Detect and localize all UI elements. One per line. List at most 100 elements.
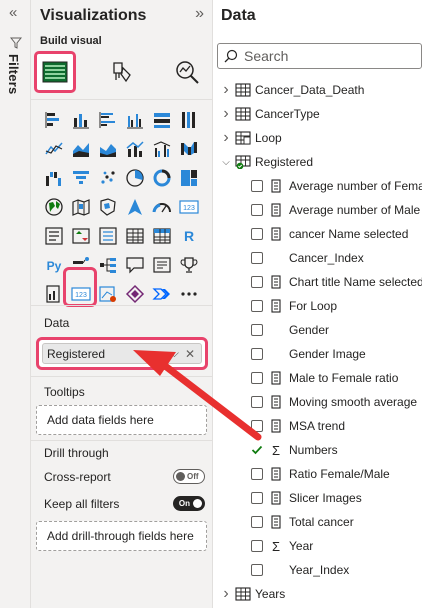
field-row[interactable]: Gender — [213, 318, 422, 342]
clustered-column-chart-icon[interactable] — [121, 107, 148, 132]
field-row[interactable]: Year_Index — [213, 558, 422, 582]
field-checkbox[interactable] — [251, 180, 263, 192]
cross-report-toggle[interactable]: Off — [173, 469, 205, 484]
field-checkbox[interactable] — [251, 444, 263, 456]
field-row[interactable]: For Loop — [213, 294, 422, 318]
format-visual-button[interactable] — [100, 51, 142, 93]
build-visual-button[interactable] — [34, 51, 76, 93]
smart-narrative-icon[interactable] — [148, 252, 175, 277]
field-checkbox[interactable] — [251, 372, 263, 384]
tooltips-drop-zone[interactable]: Add data fields here — [36, 405, 207, 435]
field-row[interactable]: Chart title Name selected — [213, 270, 422, 294]
table-visual-icon[interactable] — [121, 223, 148, 248]
card-icon[interactable]: 123 — [175, 194, 202, 219]
power-automate-icon[interactable] — [148, 281, 175, 306]
field-checkbox[interactable] — [251, 420, 263, 432]
key-influencers-icon[interactable] — [67, 252, 94, 277]
keep-all-filters-toggle[interactable]: On — [173, 496, 205, 511]
field-checkbox[interactable] — [251, 348, 263, 360]
analytics-button[interactable] — [166, 51, 208, 93]
field-checkbox[interactable] — [251, 228, 263, 240]
field-row[interactable]: Total cancer — [213, 510, 422, 534]
stacked-bar-chart-icon[interactable] — [40, 107, 67, 132]
field-row[interactable]: Average number of Male — [213, 198, 422, 222]
field-checkbox[interactable] — [251, 468, 263, 480]
kpi-icon[interactable] — [67, 223, 94, 248]
field-checkbox[interactable] — [251, 300, 263, 312]
chevron-right-icon[interactable]: › — [219, 129, 233, 147]
filled-map-icon[interactable] — [67, 194, 94, 219]
chevron-right-icon[interactable]: › — [219, 81, 233, 99]
data-well-field[interactable]: Registered ⌵ ✕ — [36, 337, 208, 370]
field-row[interactable]: Moving smooth average — [213, 390, 422, 414]
field-row[interactable]: Average number of Female — [213, 174, 422, 198]
chevron-right-icon[interactable]: › — [219, 105, 233, 123]
area-chart-icon[interactable] — [67, 136, 94, 161]
qa-visual-icon[interactable] — [121, 252, 148, 277]
treemap-icon[interactable] — [175, 165, 202, 190]
matrix-icon[interactable] — [148, 223, 175, 248]
field-checkbox[interactable] — [251, 396, 263, 408]
field-checkbox[interactable] — [251, 516, 263, 528]
filters-rail[interactable]: « Filters — [0, 0, 31, 608]
field-checkbox[interactable] — [251, 252, 263, 264]
table-node[interactable]: ⌵ Registered — [213, 150, 422, 174]
paginated-report-icon[interactable] — [40, 281, 67, 306]
gauge-icon[interactable] — [148, 194, 175, 219]
custom-visual-map-icon[interactable] — [94, 281, 121, 306]
decomposition-tree-icon[interactable] — [94, 252, 121, 277]
line-chart-icon[interactable] — [40, 136, 67, 161]
table-node[interactable]: › CancerType — [213, 102, 422, 126]
field-checkbox[interactable] — [251, 324, 263, 336]
field-row[interactable]: Ratio Female/Male — [213, 462, 422, 486]
table-node[interactable]: › Loop — [213, 126, 422, 150]
100pct-column-chart-icon[interactable] — [175, 107, 202, 132]
table-node[interactable]: › Cancer_Data_Death — [213, 78, 422, 102]
donut-chart-icon[interactable] — [148, 165, 175, 190]
map-icon[interactable] — [40, 194, 67, 219]
filters-label[interactable]: Filters — [6, 54, 21, 94]
multi-row-card-icon[interactable] — [40, 223, 67, 248]
field-row[interactable]: Gender Image — [213, 342, 422, 366]
field-checkbox[interactable] — [251, 564, 263, 576]
field-row[interactable]: Cancer_Index — [213, 246, 422, 270]
100pct-bar-chart-icon[interactable] — [148, 107, 175, 132]
more-visuals-icon[interactable] — [175, 281, 202, 306]
chevron-down-icon[interactable]: ⌵ — [170, 346, 179, 361]
line-and-column-chart-icon[interactable] — [121, 136, 148, 161]
field-row[interactable]: cancer Name selected — [213, 222, 422, 246]
python-visual-icon[interactable]: Py — [40, 252, 67, 277]
field-checkbox[interactable] — [251, 204, 263, 216]
remove-field-icon[interactable]: ✕ — [185, 347, 195, 361]
field-row[interactable]: Male to Female ratio — [213, 366, 422, 390]
trophy-metrics-icon[interactable] — [175, 252, 202, 277]
field-row[interactable]: Σ Year — [213, 534, 422, 558]
line-clustered-column-icon[interactable] — [148, 136, 175, 161]
field-checkbox[interactable] — [251, 540, 263, 552]
kpi-card-custom-icon[interactable]: 123 — [67, 281, 94, 306]
expand-pane-icon[interactable]: » — [195, 5, 204, 23]
ribbon-chart-icon[interactable] — [175, 136, 202, 161]
r-script-visual-icon[interactable]: R — [175, 223, 202, 248]
search-input[interactable]: Search — [217, 43, 422, 69]
azure-map-icon[interactable] — [121, 194, 148, 219]
field-row[interactable]: Σ Numbers — [213, 438, 422, 462]
drill-through-drop-zone[interactable]: Add drill-through fields here — [36, 521, 207, 551]
field-checkbox[interactable] — [251, 276, 263, 288]
chevron-right-icon[interactable]: › — [219, 585, 233, 603]
funnel-chart-icon[interactable] — [67, 165, 94, 190]
scatter-chart-icon[interactable] — [94, 165, 121, 190]
stacked-column-chart-icon[interactable] — [67, 107, 94, 132]
chevron-down-icon[interactable]: ⌵ — [219, 157, 233, 168]
field-row[interactable]: MSA trend — [213, 414, 422, 438]
clustered-bar-chart-icon[interactable] — [94, 107, 121, 132]
field-row[interactable]: Slicer Images — [213, 486, 422, 510]
shape-map-icon[interactable] — [94, 194, 121, 219]
collapse-filters-icon[interactable]: « — [9, 4, 17, 21]
stacked-area-chart-icon[interactable] — [94, 136, 121, 161]
slicer-icon[interactable] — [94, 223, 121, 248]
field-checkbox[interactable] — [251, 492, 263, 504]
waterfall-chart-icon[interactable] — [40, 165, 67, 190]
power-apps-icon[interactable] — [121, 281, 148, 306]
pie-chart-icon[interactable] — [121, 165, 148, 190]
